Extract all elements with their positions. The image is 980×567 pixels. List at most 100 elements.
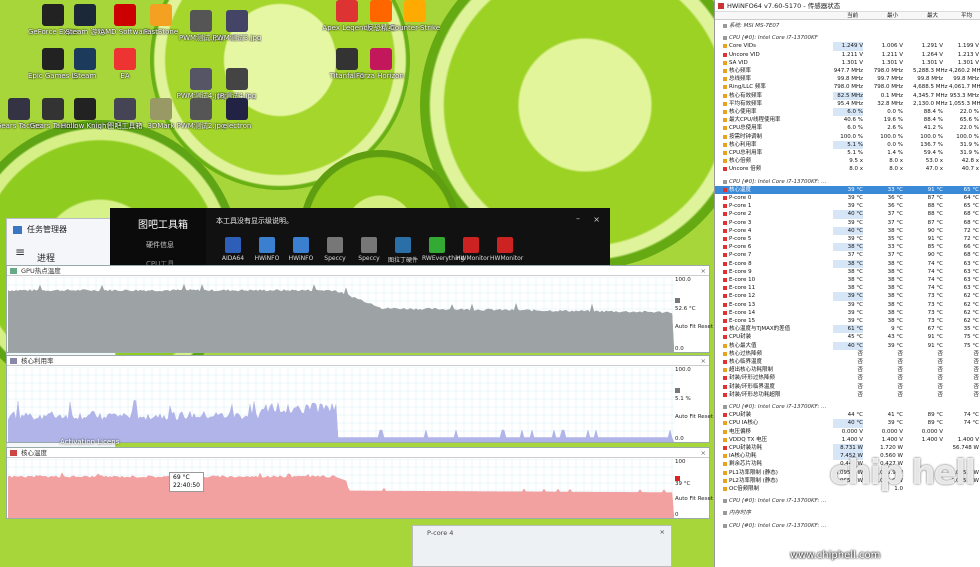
sensor-row[interactable]: 按需时钟调制 100.0 % 100.0 % 100.0 % 100.0 % bbox=[715, 133, 980, 141]
sensor-row[interactable]: Core VIDs 1.249 V 1.006 V 1.291 V 1.199 V bbox=[715, 42, 980, 51]
col-avg[interactable]: 平均 bbox=[961, 12, 972, 20]
sensor-row[interactable]: SA VID 1.301 V 1.301 V 1.301 V 1.301 V bbox=[715, 59, 980, 67]
sensor-group-header[interactable]: 系统: MSI MS-7E07 bbox=[715, 22, 980, 30]
minimize-icon[interactable]: – bbox=[576, 214, 580, 223]
sensor-graph-window[interactable]: 核心温度 × 69 °C 22:40:50 100 39 °C Auto Fit Reset… bbox=[6, 447, 713, 519]
sensor-row[interactable]: E-core 14 39 °C 38 °C 73 °C 62 °C bbox=[715, 309, 980, 317]
tool-item[interactable]: HWiNFO bbox=[286, 237, 316, 262]
sensor-row[interactable]: E-core 12 39 °C 38 °C 73 °C 62 °C bbox=[715, 292, 980, 301]
sensor-row[interactable]: Uncore VID 1.211 V 1.211 V 1.264 V 1.213 V bbox=[715, 51, 980, 59]
sensor-row[interactable]: P-core 6 38 °C 33 °C 85 °C 66 °C bbox=[715, 243, 980, 252]
sensor-row[interactable]: E-core 10 38 °C 38 °C 74 °C 63 °C bbox=[715, 276, 980, 284]
sensor-row[interactable]: E-core 11 38 °C 38 °C 74 °C 63 °C bbox=[715, 284, 980, 292]
sensor-group-header[interactable]: CPU [#0]: Intel Core i7-13700KF: ... bbox=[715, 497, 980, 505]
sensor-row[interactable]: P-core 2 40 °C 37 °C 88 °C 68 °C bbox=[715, 210, 980, 219]
sensor-row[interactable]: 电压偏移 0.000 V 0.000 V 0.000 V bbox=[715, 428, 980, 436]
sensor-row[interactable]: 核心频率 947.7 MHz 798.0 MHz 5,288.3 MHz 4,260.2… bbox=[715, 67, 980, 75]
sensor-row[interactable]: E-core 15 39 °C 38 °C 73 °C 62 °C bbox=[715, 317, 980, 325]
sensor-row[interactable]: 核心温度 39 °C 33 °C 91 °C 65 °C bbox=[715, 185, 980, 194]
sensor-group-header[interactable]: CPU [#0]: Intel Core i7-13700KF bbox=[715, 34, 980, 42]
sensor-row[interactable]: 核心有效频率 82.5 MHz 0.1 MHz 4,345.7 MHz 953.3 MH… bbox=[715, 91, 980, 100]
sensor-group-header[interactable]: CPU [#0]: Intel Core i7-13700KF: ... bbox=[715, 522, 980, 530]
sensor-group-header[interactable]: CPU [#0]: Intel Core i7-13700KF: ... bbox=[715, 178, 980, 186]
tool-item[interactable]: AIDA64 bbox=[218, 237, 248, 262]
graph-buttons[interactable]: Auto Fit Reset bbox=[675, 324, 713, 330]
col-max[interactable]: 最大 bbox=[927, 12, 938, 20]
col-min[interactable]: 最小 bbox=[887, 12, 898, 20]
sensor-graph-window[interactable]: GPU热点温度 × 100.0 52.6 °C Auto Fit Reset 0.0 bbox=[6, 265, 713, 353]
graph-titlebar[interactable]: 核心温度 × bbox=[7, 448, 709, 458]
desktop-icon[interactable]: Counter-Strike 2 bbox=[390, 0, 440, 32]
sensor-group-header[interactable]: CPU [#0]: Intel Core i7-13700KF: ... bbox=[715, 403, 980, 411]
tool-item[interactable]: HWMonitor bbox=[456, 237, 489, 262]
sensor-row[interactable]: 核心最大值 40 °C 39 °C 91 °C 75 °C bbox=[715, 341, 980, 350]
sensor-row[interactable]: 超出核心功耗限制 否 否 否 否 bbox=[715, 366, 980, 374]
sensor-row[interactable]: P-core 4 40 °C 38 °C 90 °C 72 °C bbox=[715, 226, 980, 235]
sensor-row[interactable]: P-core 1 39 °C 36 °C 88 °C 65 °C bbox=[715, 202, 980, 210]
tool-item[interactable]: Speccy bbox=[320, 237, 350, 262]
sensor-row[interactable]: CPU总利用率 5.1 % 1.4 % 59.4 % 31.9 % bbox=[715, 149, 980, 157]
desktop-icon[interactable]: Forza Horizon 5 bbox=[356, 48, 406, 80]
sensor-row[interactable]: VDDQ TX 电压 1.400 V 1.400 V 1.400 V 1.400 V bbox=[715, 436, 980, 444]
graph-titlebar[interactable]: GPU热点温度 × bbox=[7, 266, 709, 276]
graph-buttons[interactable]: Auto Fit Reset bbox=[675, 414, 713, 420]
tool-item[interactable]: HWiNFO bbox=[252, 237, 282, 262]
sensor-icon bbox=[723, 101, 727, 106]
desktop-icon[interactable]: EA bbox=[100, 48, 150, 80]
tool-item[interactable]: HWMonitor bbox=[490, 237, 523, 262]
sensor-row[interactable]: 核心临界温度 否 否 否 否 bbox=[715, 358, 980, 366]
sensor-row[interactable]: Ring/LLC 频率 798.0 MHz 798.0 MHz 4,688.5 MHz… bbox=[715, 83, 980, 91]
sensor-row[interactable]: P-core 3 39 °C 37 °C 87 °C 68 °C bbox=[715, 219, 980, 227]
sensor-row[interactable]: 总线频率 99.8 MHz 99.7 MHz 99.8 MHz 99.8 MHz bbox=[715, 75, 980, 83]
sensor-row[interactable]: CPU总使用率 6.0 % 2.6 % 41.2 % 22.0 % bbox=[715, 124, 980, 132]
desktop-icon[interactable]: electron bbox=[212, 98, 262, 130]
close-icon[interactable]: × bbox=[701, 266, 706, 276]
sensor-row[interactable]: E-core 8 38 °C 38 °C 74 °C 63 °C bbox=[715, 259, 980, 268]
tool-item[interactable]: 图拉丁硬件 bbox=[388, 237, 418, 264]
color-swatch-icon[interactable] bbox=[675, 298, 680, 303]
close-icon[interactable]: × bbox=[701, 448, 706, 458]
hwinfo-titlebar[interactable]: HWiNFO64 v7.60-5170 - 传感器状态 bbox=[715, 0, 980, 12]
sensor-row[interactable]: CPU封装 44 °C 41 °C 89 °C 74 °C bbox=[715, 411, 980, 419]
sensor-row[interactable]: CPU IA核心 40 °C 39 °C 89 °C 74 °C bbox=[715, 419, 980, 428]
sensor-row[interactable]: 封装/环形临界温度 否 否 否 否 bbox=[715, 383, 980, 391]
sensor-row[interactable]: Uncore 倍频 8.0 x 8.0 x 47.0 x 40.7 x bbox=[715, 165, 980, 173]
sensor-row[interactable]: CPU封装 45 °C 43 °C 91 °C 75 °C bbox=[715, 333, 980, 341]
pcore-graph-window[interactable]: P-core 4 × bbox=[412, 525, 672, 567]
sensor-row[interactable]: CPU封装功耗 8.731 W 1.720 W 56.748 W bbox=[715, 444, 980, 453]
sensor-row[interactable]: 核心温度与TjMAX的差值 61 °C 9 °C 67 °C 35 °C bbox=[715, 325, 980, 334]
sensor-row[interactable]: 核心使用率 6.0 % 0.0 % 88.4 % 22.0 % bbox=[715, 108, 980, 117]
sensor-row[interactable]: 封装/环形过热降频 否 否 否 否 bbox=[715, 374, 980, 382]
graph-titlebar[interactable]: 核心利用率 × bbox=[7, 356, 709, 366]
app-icon bbox=[114, 98, 136, 120]
sensor-row[interactable]: P-core 5 39 °C 35 °C 91 °C 72 °C bbox=[715, 235, 980, 243]
sensor-row[interactable]: P-core 0 39 °C 36 °C 87 °C 64 °C bbox=[715, 194, 980, 202]
desktop-icon[interactable]: JR测试4.jpg bbox=[212, 68, 262, 100]
desktop-icon[interactable]: PWM测试3.jpg bbox=[212, 10, 262, 42]
close-icon[interactable]: × bbox=[701, 356, 706, 366]
tool-item[interactable]: RWEverything bbox=[422, 237, 464, 262]
sensor-row[interactable]: 封装/环形总功耗超限 否 否 否 否 bbox=[715, 391, 980, 399]
color-swatch-icon[interactable] bbox=[675, 475, 680, 481]
col-current[interactable]: 当前 bbox=[847, 12, 858, 20]
sensor-row[interactable]: 核心过热降频 否 否 否 否 bbox=[715, 350, 980, 358]
tool-item[interactable]: Speccy bbox=[354, 237, 384, 262]
color-swatch-icon[interactable] bbox=[675, 388, 680, 393]
task-manager-titlebar[interactable]: 任务管理器 bbox=[7, 219, 115, 241]
sensor-row[interactable]: E-core 9 38 °C 38 °C 74 °C 63 °C bbox=[715, 268, 980, 276]
sensor-row[interactable]: E-core 13 39 °C 38 °C 73 °C 62 °C bbox=[715, 301, 980, 309]
toolbox-window[interactable]: 图吧工具箱 硬件信息 CPU工具 本工具没有显示级说明。 – × AIDA64 H… bbox=[110, 208, 610, 268]
tab-processes[interactable]: 进程 bbox=[37, 251, 55, 264]
sensor-row[interactable]: 核心利用率 5.1 % 0.0 % 136.7 % 31.9 % bbox=[715, 140, 980, 149]
sidebar-item-hardware[interactable]: 硬件信息 bbox=[146, 240, 174, 250]
close-icon[interactable]: × bbox=[593, 215, 600, 224]
sensor-group-header[interactable]: 内存时序 bbox=[715, 509, 980, 517]
sensor-row[interactable]: 核心倍频 9.5 x 8.0 x 53.0 x 42.8 x bbox=[715, 157, 980, 165]
sensor-row[interactable]: 平均有效频率 95.4 MHz 32.8 MHz 2,130.0 MHz 1,055.3… bbox=[715, 100, 980, 108]
close-icon[interactable]: × bbox=[660, 528, 665, 536]
graph-buttons[interactable]: Auto Fit Reset bbox=[675, 496, 713, 502]
hamburger-menu-icon[interactable]: ≡ bbox=[7, 241, 115, 259]
sensor-row[interactable]: P-core 7 37 °C 37 °C 90 °C 68 °C bbox=[715, 251, 980, 259]
sensor-graph-window[interactable]: 核心利用率 × 100.0 5.1 % Auto Fit Reset 0.0 bbox=[6, 355, 713, 443]
sensor-row[interactable]: 最大CPU/线程使用率 40.6 % 19.6 % 88.4 % 65.6 % bbox=[715, 116, 980, 124]
